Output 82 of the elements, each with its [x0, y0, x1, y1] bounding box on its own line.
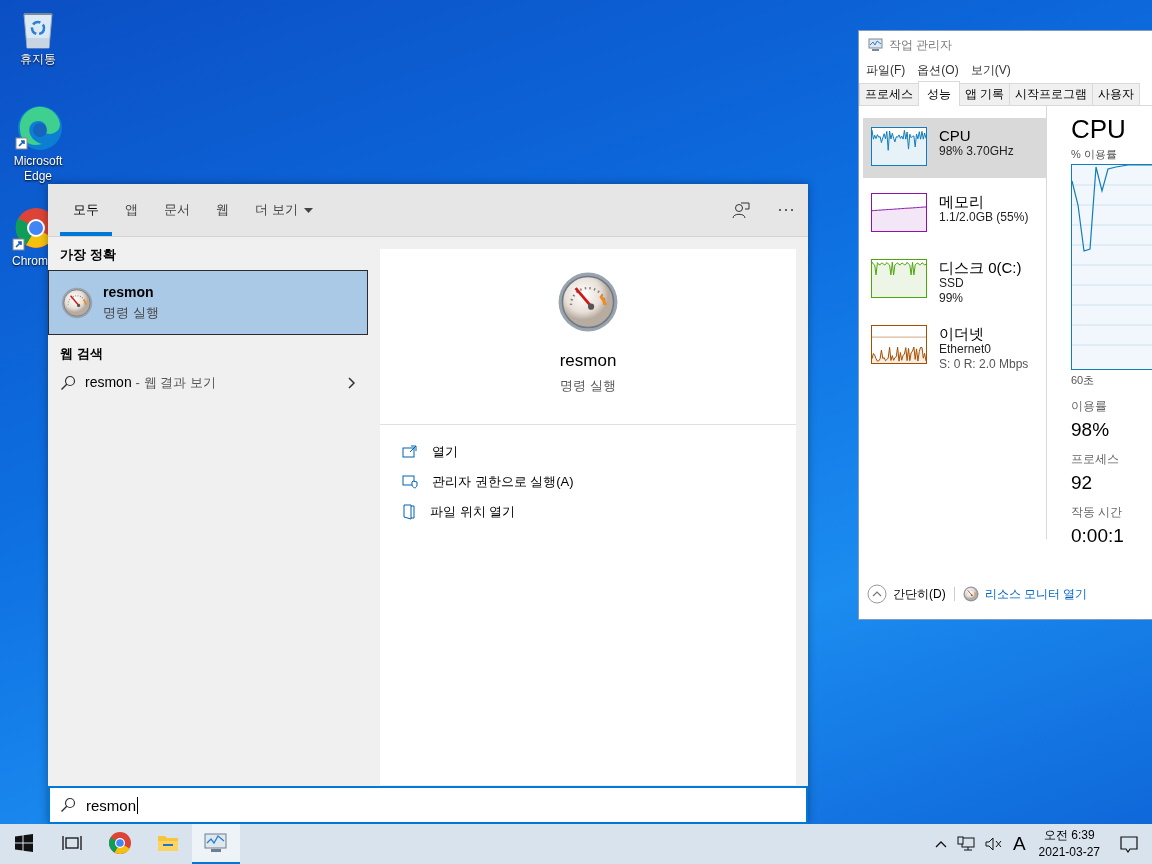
task-view-icon[interactable] — [62, 834, 82, 852]
caret-icon — [303, 207, 313, 213]
item-name: CPU — [939, 127, 972, 144]
recycle-bin-icon[interactable] — [20, 10, 56, 50]
input-indicator[interactable]: A — [1007, 824, 1031, 864]
shield-icon[interactable] — [402, 475, 418, 489]
result-subtitle: 명령 실행 — [103, 303, 159, 322]
item-detail: 99% — [939, 291, 965, 306]
filter-tab[interactable]: 앱 — [112, 184, 151, 236]
preview-title: resmon — [559, 351, 617, 371]
item-detail: 98% 3.70GHz — [939, 144, 1014, 159]
tab[interactable]: 사용자 — [1092, 83, 1141, 105]
stat-label: 이용률 — [1071, 398, 1108, 415]
item-detail: S: 0 R: 2.0 Mbps — [939, 357, 1029, 372]
action-link[interactable]: 열기 — [432, 443, 458, 461]
task-manager-icon[interactable] — [203, 832, 229, 854]
performance-item[interactable]: 이더넷 Ethernet0 S: 0 R: 2.0 Mbps — [863, 316, 1046, 376]
collapse-button[interactable]: 간단히(D) — [893, 585, 946, 603]
item-name: 이더넷 — [939, 325, 985, 342]
stat-value: 0:00:1 — [1071, 525, 1125, 547]
muted-speaker-icon[interactable] — [984, 837, 1003, 851]
notification-icon[interactable] — [1120, 835, 1138, 853]
web-result-link[interactable]: resmon - 웹 결과 보기 — [85, 374, 339, 392]
search-icon — [60, 797, 76, 813]
item-detail: SSD — [939, 276, 965, 291]
tab[interactable]: 성능 — [918, 81, 960, 106]
action-link[interactable]: 관리자 권한으로 실행(A) — [432, 473, 574, 491]
desktop-icon-label[interactable]: 휴지통 — [6, 52, 70, 67]
stat-label: 작동 시간 — [1071, 504, 1124, 521]
edge-icon[interactable] — [14, 104, 62, 152]
chevron-right-icon[interactable] — [348, 377, 356, 389]
search-field[interactable]: resmon — [48, 786, 808, 824]
resource-monitor-link[interactable]: 리소스 모니터 열기 — [984, 585, 1088, 603]
windows-logo-icon[interactable] — [15, 834, 33, 852]
search-icon — [60, 375, 76, 391]
filter-tab[interactable]: 문서 — [151, 184, 203, 236]
item-name: 디스크 0(C:) — [939, 259, 1022, 276]
desktop-icon-label[interactable]: Microsoft Edge — [6, 154, 70, 184]
filter-tab[interactable]: 모두 — [60, 184, 112, 236]
best-match-result[interactable]: resmon 명령 실행 — [48, 270, 368, 335]
chart-label: % 이용률 — [1071, 147, 1118, 162]
task-manager-icon — [867, 38, 883, 52]
chevron-up-icon[interactable] — [934, 840, 947, 848]
gauge-icon — [61, 286, 93, 319]
item-name: 메모리 — [939, 193, 985, 210]
chrome-icon[interactable] — [108, 831, 132, 855]
item-detail: 1.1/2.0GB (55%) — [939, 210, 1029, 225]
section-heading: 가장 정확 — [59, 246, 117, 264]
clock-time: 오전 6:39 — [1043, 827, 1095, 844]
feedback-icon[interactable] — [732, 201, 750, 219]
tab[interactable]: 시작프로그램 — [1009, 83, 1094, 105]
stat-value: 98% — [1071, 419, 1111, 441]
gauge-icon — [557, 271, 619, 333]
file-icon[interactable] — [402, 504, 416, 520]
clock[interactable]: 오전 6:39 2021-03-27 — [1030, 824, 1108, 864]
performance-item[interactable]: 디스크 0(C:) SSD 99% — [863, 250, 1046, 310]
network-icon[interactable] — [956, 836, 975, 852]
preview-subtitle: 명령 실행 — [560, 377, 616, 395]
filter-tab[interactable]: 웹 — [203, 184, 242, 236]
folder-icon[interactable] — [157, 833, 179, 853]
item-detail: Ethernet0 — [939, 342, 993, 357]
open-icon[interactable] — [402, 445, 418, 459]
performance-item[interactable]: 메모리 1.1/2.0GB (55%) — [863, 184, 1046, 244]
clock-date: 2021-03-27 — [1038, 844, 1100, 861]
gauge-icon — [962, 586, 979, 602]
window-title: 작업 관리자 — [889, 36, 953, 54]
stat-value: 92 — [1071, 472, 1094, 494]
result-title: resmon — [103, 283, 155, 300]
menu-item[interactable]: 보기(V) — [965, 61, 1016, 79]
more-icon[interactable] — [778, 208, 794, 212]
desktop-icon-label[interactable]: Chrom — [12, 254, 48, 269]
performance-item[interactable]: CPU 98% 3.70GHz — [863, 118, 1046, 178]
filter-tab[interactable]: 더 보기 — [242, 184, 326, 236]
detail-title: CPU — [1071, 114, 1127, 144]
action-link[interactable]: 파일 위치 열기 — [430, 503, 516, 521]
stat-label: 프로세스 — [1071, 451, 1120, 468]
tab[interactable]: 프로세스 — [859, 83, 919, 105]
menu-item[interactable]: 옵션(O) — [912, 61, 964, 79]
time-label: 60초 — [1071, 373, 1096, 388]
section-heading: 웹 검색 — [59, 345, 104, 363]
menu-item[interactable]: 파일(F) — [861, 61, 911, 79]
tab[interactable]: 앱 기록 — [959, 83, 1011, 105]
